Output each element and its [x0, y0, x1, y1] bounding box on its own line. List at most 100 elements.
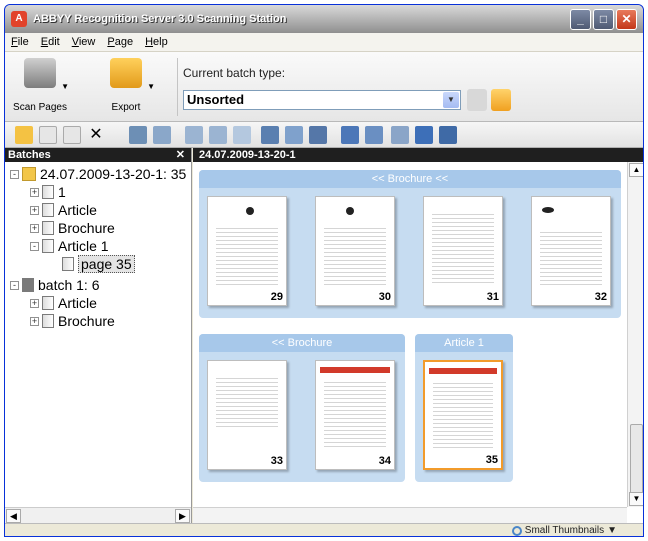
send-icon[interactable] — [439, 126, 457, 144]
group-label: Article 1 — [415, 334, 513, 352]
chevron-down-icon[interactable]: ▼ — [443, 92, 459, 108]
page-thumbnail-32[interactable]: 32 — [531, 196, 611, 306]
collapse-icon[interactable]: - — [30, 241, 39, 251]
ribbon-separator — [177, 58, 178, 116]
page-icon — [62, 257, 74, 271]
scroll-up-icon[interactable]: ▲ — [629, 163, 643, 177]
ribbon: ▼ Scan Pages ▼ Export Current batch type… — [5, 52, 643, 122]
rescan-icon[interactable] — [129, 126, 147, 144]
menu-file[interactable]: File — [5, 36, 35, 48]
document-icon — [42, 296, 54, 310]
page-thumbnail-29[interactable]: 29 — [207, 196, 287, 306]
expand-icon[interactable]: + — [30, 298, 39, 308]
image-properties-icon[interactable] — [365, 126, 383, 144]
document-icon — [42, 185, 54, 199]
insert-page-icon[interactable] — [185, 126, 203, 144]
expand-icon[interactable]: + — [30, 187, 39, 197]
recognize-icon[interactable] — [341, 126, 359, 144]
pages-panel: 24.07.2009-13-20-1 << Brochure << 29 30 … — [193, 148, 643, 523]
menu-help[interactable]: Help — [139, 36, 174, 48]
tree-item-batch-2[interactable]: - batch 1: 6 — [10, 276, 100, 294]
minimize-button[interactable]: _ — [570, 9, 591, 30]
document-icon[interactable] — [63, 126, 81, 144]
replace-page-icon[interactable] — [209, 126, 227, 144]
tree-item-page-35[interactable]: page 35 — [62, 255, 135, 273]
app-window: A ABBYY Recognition Server 3.0 Scanning … — [4, 4, 644, 537]
window-controls: _ □ ✕ — [570, 9, 637, 30]
crop-icon[interactable] — [309, 126, 327, 144]
export-icon — [110, 58, 142, 88]
scrollbar-thumb[interactable] — [630, 424, 643, 494]
scroll-right-icon[interactable]: ▶ — [175, 509, 190, 523]
page-thumbnail-30[interactable]: 30 — [315, 196, 395, 306]
page-icon[interactable] — [39, 126, 57, 144]
logo-icon — [542, 207, 554, 213]
batch-type-select[interactable]: Unsorted ▼ — [183, 90, 461, 110]
menu-view[interactable]: View — [66, 36, 102, 48]
tree-item-doc-1[interactable]: + 1 — [30, 183, 66, 201]
annotate-icon[interactable] — [415, 126, 433, 144]
document-icon — [42, 314, 54, 328]
export-dropdown-icon[interactable]: ▼ — [147, 82, 155, 91]
thumbnail-vertical-scrollbar[interactable]: ▲ ▼ — [627, 162, 643, 507]
group-label: << Brochure — [199, 334, 405, 352]
close-panel-button[interactable]: ✕ — [176, 148, 185, 162]
tree-item-article-1[interactable]: - Article 1 — [30, 237, 109, 255]
thumbnail-view: << Brochure << 29 30 31 32 << Brochure 3… — [193, 162, 627, 507]
tree-item-article[interactable]: + Article — [30, 201, 97, 219]
title-bar[interactable]: A ABBYY Recognition Server 3.0 Scanning … — [5, 5, 643, 33]
mirror-icon[interactable] — [261, 126, 279, 144]
expand-icon[interactable]: + — [30, 223, 39, 233]
batches-panel: Batches ✕ - 24.07.2009-13-20-1: 35 + 1 +… — [5, 148, 192, 523]
chevron-down-icon[interactable]: ▼ — [607, 525, 617, 536]
collapse-icon[interactable]: - — [10, 169, 19, 179]
window-title: ABBYY Recognition Server 3.0 Scanning St… — [33, 13, 287, 25]
menu-bar: File Edit View Page Help — [5, 33, 643, 52]
page-group-article-1[interactable]: Article 1 35 — [415, 334, 513, 482]
document-icon — [42, 203, 54, 217]
batch-tree: - 24.07.2009-13-20-1: 35 + 1 + Article +… — [5, 162, 191, 507]
page-thumbnail-33[interactable]: 33 — [207, 360, 287, 470]
page-group-brochure[interactable]: << Brochure << 29 30 31 32 — [199, 170, 621, 318]
pages-panel-header: 24.07.2009-13-20-1 — [193, 148, 643, 162]
tree-item-batch-1[interactable]: - 24.07.2009-13-20-1: 35 — [10, 165, 186, 183]
thumbnail-horizontal-scrollbar[interactable] — [193, 507, 627, 523]
photo-icon — [346, 207, 354, 215]
scroll-down-icon[interactable]: ▼ — [629, 492, 643, 506]
view-mode-selector[interactable]: Small Thumbnails ▼ — [511, 525, 617, 536]
abbyy-app-icon: A — [11, 11, 27, 27]
tree-item-article[interactable]: + Article — [30, 294, 97, 312]
batch-folder-icon[interactable] — [491, 89, 511, 111]
expand-icon[interactable]: + — [30, 316, 39, 326]
close-button[interactable]: ✕ — [616, 9, 637, 30]
menu-page[interactable]: Page — [101, 36, 139, 48]
tree-item-brochure[interactable]: + Brochure — [30, 312, 115, 330]
edit-image-icon[interactable] — [391, 126, 409, 144]
rotate-icon[interactable] — [285, 126, 303, 144]
batch-type-label: Current batch type: — [183, 66, 286, 80]
scanner-icon — [24, 58, 56, 88]
tree-item-brochure[interactable]: + Brochure — [30, 219, 115, 237]
tree-horizontal-scrollbar[interactable]: ◀ ▶ — [5, 507, 191, 523]
folder-icon — [22, 167, 36, 181]
scan-more-icon[interactable] — [153, 126, 171, 144]
batch-icon — [22, 278, 34, 292]
export-button[interactable]: ▼ Export — [95, 56, 157, 116]
expand-icon[interactable]: + — [30, 205, 39, 215]
delete-icon[interactable]: ✕ — [87, 126, 105, 144]
collapse-icon[interactable]: - — [10, 280, 19, 290]
maximize-button[interactable]: □ — [593, 9, 614, 30]
page-group-brochure-end[interactable]: << Brochure 33 34 — [199, 334, 405, 482]
show-batches-icon[interactable] — [15, 126, 33, 144]
page-thumbnail-34[interactable]: 34 — [315, 360, 395, 470]
batch-settings-icon[interactable] — [467, 89, 487, 111]
zoom-icon — [511, 525, 522, 536]
document-icon — [42, 221, 54, 235]
scan-pages-button[interactable]: ▼ Scan Pages — [9, 56, 71, 116]
page-thumbnail-31[interactable]: 31 — [423, 196, 503, 306]
split-icon[interactable] — [233, 126, 251, 144]
page-thumbnail-35[interactable]: 35 — [423, 360, 503, 470]
scroll-left-icon[interactable]: ◀ — [6, 509, 21, 523]
scan-dropdown-icon[interactable]: ▼ — [61, 82, 69, 91]
menu-edit[interactable]: Edit — [35, 36, 66, 48]
